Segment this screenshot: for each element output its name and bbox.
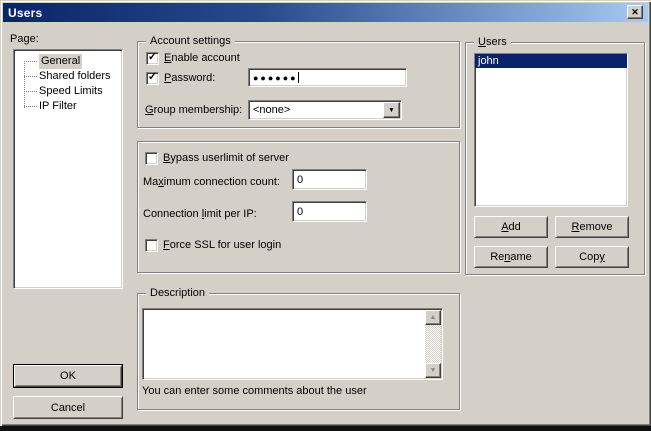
description-textarea[interactable]: ▲ ▼ bbox=[142, 308, 443, 380]
enable-account-checkbox[interactable]: ✓ bbox=[146, 52, 159, 65]
force-ssl-checkbox[interactable] bbox=[145, 239, 158, 252]
group-membership-value: <none> bbox=[253, 104, 290, 116]
text-caret bbox=[298, 72, 299, 83]
scroll-up-icon: ▲ bbox=[430, 314, 437, 321]
user-name: john bbox=[478, 55, 499, 67]
force-ssl-label: Force SSL for user login bbox=[163, 239, 281, 252]
window-title: Users bbox=[8, 6, 42, 20]
connection-limit-per-ip-label: Connection limit per IP: bbox=[143, 208, 257, 221]
account-settings-legend: Account settings bbox=[146, 35, 235, 48]
page-tree[interactable]: General Shared folders Speed Limits IP F… bbox=[13, 49, 123, 289]
description-legend: Description bbox=[146, 287, 209, 300]
tree-item-label: Speed Limits bbox=[39, 85, 103, 97]
tree-item-label: General bbox=[39, 54, 82, 69]
title-bar[interactable]: Users bbox=[3, 3, 648, 22]
tree-item-label: Shared folders bbox=[39, 70, 111, 82]
tree-stub bbox=[24, 91, 37, 92]
scroll-down-icon: ▼ bbox=[430, 367, 437, 374]
add-button[interactable]: Add bbox=[474, 216, 548, 238]
bypass-userlimit-checkbox[interactable] bbox=[145, 152, 158, 165]
copy-button[interactable]: Copy bbox=[555, 246, 629, 268]
enable-account-label: Enable account bbox=[164, 52, 240, 65]
checkmark-icon: ✓ bbox=[148, 52, 157, 63]
page-label: Page: bbox=[10, 33, 39, 46]
password-checkbox[interactable]: ✓ bbox=[146, 72, 159, 85]
group-membership-select[interactable]: <none> ▼ bbox=[248, 100, 402, 120]
user-list-item[interactable]: john bbox=[475, 54, 627, 68]
users-legend: Users bbox=[474, 36, 511, 49]
password-input[interactable]: ●●●●●● bbox=[248, 68, 407, 87]
tree-stub bbox=[24, 106, 37, 107]
dropdown-button[interactable]: ▼ bbox=[383, 102, 400, 118]
close-icon: ✕ bbox=[631, 8, 639, 17]
tree-item-label: IP Filter bbox=[39, 100, 77, 112]
users-listbox[interactable]: john bbox=[474, 53, 628, 207]
checkmark-icon: ✓ bbox=[148, 72, 157, 83]
users-dialog: Users ✕ Page: General Shared folders Spe… bbox=[0, 0, 651, 426]
tree-item-general[interactable]: General bbox=[14, 54, 122, 69]
ok-button[interactable]: OK bbox=[14, 365, 122, 387]
scroll-down-button[interactable]: ▼ bbox=[425, 363, 441, 378]
max-connection-count-value: 0 bbox=[297, 174, 303, 186]
remove-button[interactable]: Remove bbox=[555, 216, 629, 238]
password-value: ●●●●●● bbox=[253, 73, 298, 83]
connection-limit-per-ip-input[interactable]: 0 bbox=[292, 201, 367, 222]
scroll-up-button[interactable]: ▲ bbox=[425, 310, 441, 325]
rename-button[interactable]: Rename bbox=[474, 246, 548, 268]
description-scrollbar[interactable]: ▲ ▼ bbox=[425, 310, 441, 378]
tree-stub bbox=[24, 76, 37, 77]
max-connection-count-input[interactable]: 0 bbox=[292, 169, 367, 190]
tree-item-ip-filter[interactable]: IP Filter bbox=[14, 99, 122, 114]
group-membership-label: Group membership: bbox=[145, 104, 242, 117]
scrollbar-track[interactable] bbox=[425, 325, 441, 363]
close-button[interactable]: ✕ bbox=[627, 5, 643, 19]
tree-item-speed-limits[interactable]: Speed Limits bbox=[14, 84, 122, 99]
password-label: Password: bbox=[164, 72, 215, 85]
description-caption: You can enter some comments about the us… bbox=[142, 385, 367, 398]
connection-limit-per-ip-value: 0 bbox=[297, 206, 303, 218]
cancel-button[interactable]: Cancel bbox=[13, 396, 123, 419]
tree-item-shared-folders[interactable]: Shared folders bbox=[14, 69, 122, 84]
tree-stub bbox=[24, 61, 37, 62]
max-connection-count-label: Maximum connection count: bbox=[143, 176, 280, 189]
chevron-down-icon: ▼ bbox=[388, 107, 395, 114]
bypass-userlimit-label: Bypass userlimit of server bbox=[163, 152, 289, 165]
